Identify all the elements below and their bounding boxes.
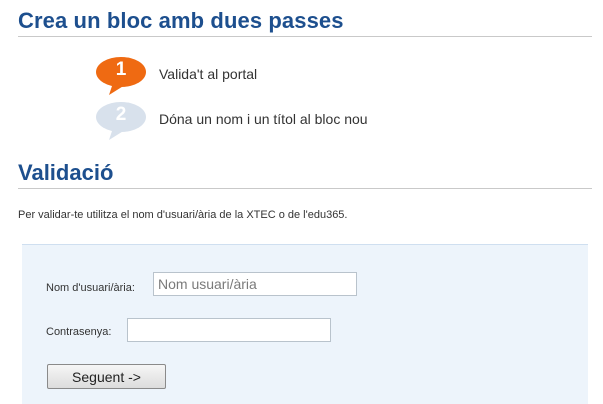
step-1: 1 Valida't al portal	[95, 56, 495, 96]
section-divider	[18, 188, 592, 189]
step-1-number: 1	[115, 59, 127, 80]
section-title-validation: Validació	[18, 160, 114, 185]
step-2-number: 2	[115, 104, 127, 125]
step-2: 2 Dóna un nom i un títol al bloc nou	[95, 101, 495, 141]
title-divider	[18, 36, 592, 37]
step-1-bubble-icon: 1	[95, 56, 149, 96]
step-2-label: Dóna un nom i un títol al bloc nou	[159, 111, 368, 127]
password-label: Contrasenya:	[46, 326, 112, 338]
login-form: Nom d'usuari/ària: Contrasenya: Seguent …	[22, 244, 588, 404]
password-input[interactable]	[127, 318, 331, 342]
step-2-bubble-icon: 2	[95, 101, 149, 141]
validation-instructions: Per validar-te utilitza el nom d'usuari/…	[18, 209, 348, 221]
username-input[interactable]	[153, 272, 357, 296]
step-1-label: Valida't al portal	[159, 66, 258, 82]
page-title: Crea un bloc amb dues passes	[18, 8, 344, 33]
next-button[interactable]: Seguent ->	[47, 364, 166, 389]
username-label: Nom d'usuari/ària:	[46, 282, 135, 294]
